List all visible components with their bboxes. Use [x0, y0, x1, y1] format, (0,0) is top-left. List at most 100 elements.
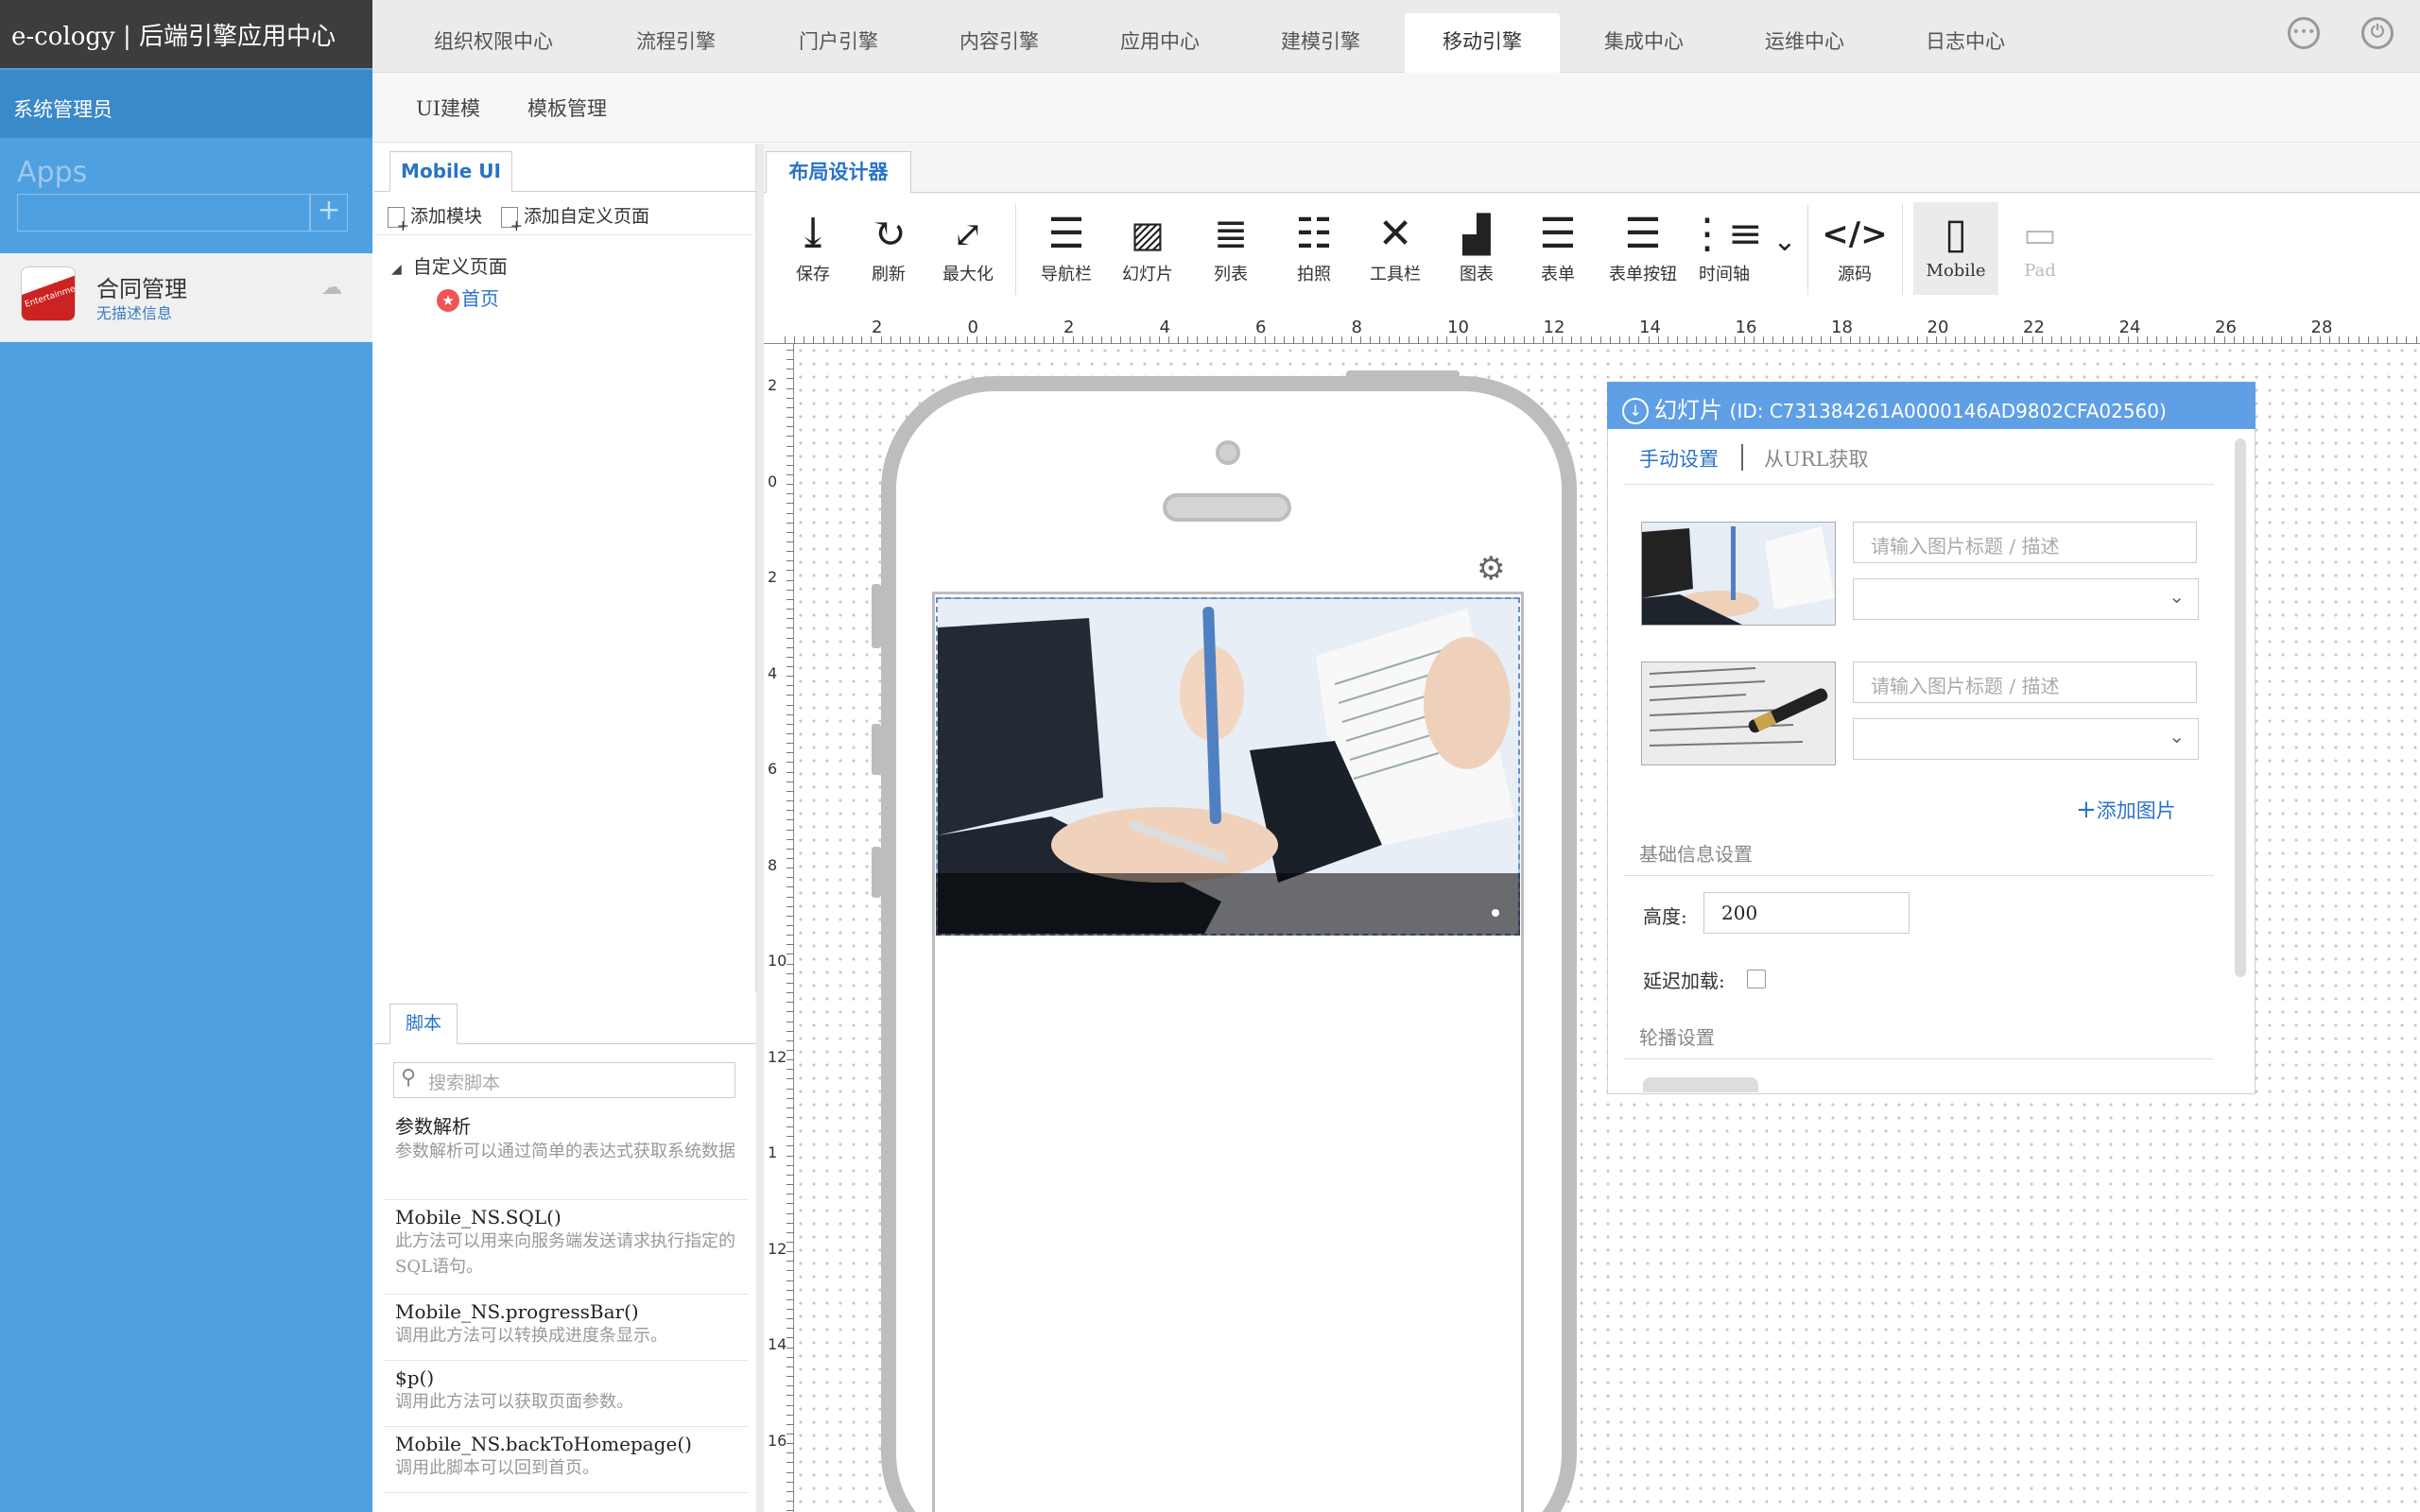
list-component-button[interactable]: ≣ 列表	[1193, 208, 1269, 285]
more-components-button[interactable]: ⌄	[1768, 215, 1802, 268]
ruler-tick	[786, 1088, 794, 1090]
subnav-template-manage[interactable]: 模板管理	[527, 94, 607, 122]
add-custom-page-link[interactable]: 添加自定义页面	[501, 202, 649, 234]
script-item[interactable]: Mobile_NS.backToHomepage() 调用此脚本可以回到首页。	[384, 1433, 749, 1493]
ruler-tick	[786, 1481, 794, 1483]
ruler-tick	[786, 695, 794, 696]
ruler-tick	[786, 1069, 794, 1071]
image-caption-input-1[interactable]: 请输入图片标题 / 描述	[1853, 522, 2197, 563]
ruler-tick	[2118, 336, 2119, 344]
ruler-tick	[947, 336, 949, 344]
image-link-select-2[interactable]: ⌄	[1853, 718, 2199, 760]
form-button-component-button[interactable]: ☰ 表单按钮	[1603, 208, 1683, 285]
ruler-tick	[786, 570, 794, 572]
slide-indicator-dot[interactable]	[1492, 909, 1499, 917]
ruler-left-number: 10	[768, 952, 787, 970]
maximize-button[interactable]: ⤢ 最大化	[930, 208, 1006, 285]
mobile-phone-icon: ▯	[1944, 210, 1968, 258]
add-page-icon	[388, 207, 409, 234]
tab-workflow-engine[interactable]: 流程引擎	[596, 13, 756, 73]
tab-manual-settings[interactable]: 手动设置	[1639, 444, 1719, 472]
mobile-view-button[interactable]: ▯ Mobile	[1913, 202, 1998, 295]
image-link-select-1[interactable]: ⌄	[1853, 578, 2199, 620]
ruler-tick	[1523, 336, 1525, 344]
script-search-input[interactable]: 搜索脚本	[393, 1062, 735, 1098]
ruler-top-number: 24	[2118, 318, 2141, 337]
add-image-label: 添加图片	[2096, 799, 2176, 822]
chevron-down-icon: ⌄	[2169, 725, 2185, 747]
ruler-tick	[786, 743, 794, 745]
ruler-tick	[786, 436, 794, 438]
image-caption-input-2[interactable]: 请输入图片标题 / 描述	[1853, 662, 2197, 703]
ruler-tick	[786, 378, 794, 380]
tab-log-center[interactable]: 日志中心	[1885, 13, 2046, 73]
slide-thumbnail-1[interactable]	[1641, 522, 1836, 626]
app-search-input[interactable]	[17, 194, 310, 232]
navbar-component-button[interactable]: ☰ 导航栏	[1028, 208, 1104, 285]
source-code-button[interactable]: </> 源码	[1817, 208, 1893, 285]
tab-integration-center[interactable]: 集成中心	[1564, 13, 1724, 73]
script-item[interactable]: 参数解析 参数解析可以通过简单的表达式获取系统数据	[384, 1111, 749, 1200]
add-image-button[interactable]: +添加图片	[2076, 796, 2176, 824]
photo-component-button[interactable]: ☷ 拍照	[1276, 208, 1352, 285]
collapse-icon[interactable]: ↓	[1622, 398, 1649, 424]
properties-scrollbar[interactable]	[2235, 438, 2246, 977]
carousel-toggle[interactable]	[1643, 1077, 1758, 1092]
ruler-tick	[2348, 336, 2350, 344]
panel-splitter[interactable]	[756, 144, 764, 1512]
ruler-tick	[786, 522, 794, 524]
slide-thumbnail-2[interactable]	[1641, 662, 1836, 765]
app-name: 合同管理	[96, 276, 187, 302]
form-component-button[interactable]: ☰ 表单	[1520, 208, 1596, 285]
lazy-load-checkbox[interactable]	[1747, 970, 1766, 988]
toolbar-component-button[interactable]: ✕ 工具栏	[1357, 208, 1433, 285]
script-item[interactable]: Mobile_NS.SQL() 此方法可以用来向服务端发送请求执行指定的SQL语句…	[384, 1206, 749, 1295]
ruler-tick	[1657, 336, 1659, 344]
tab-ops-center[interactable]: 运维中心	[1724, 13, 1885, 73]
photo-label: 拍照	[1297, 265, 1331, 284]
add-app-button[interactable]: +	[310, 194, 348, 232]
tab-content-engine[interactable]: 内容引擎	[919, 13, 1080, 73]
tree-node-home[interactable]: ★ 首页	[437, 284, 499, 312]
ruler-tick	[785, 336, 786, 344]
script-desc: 调用此方法可以转换成进度条显示。	[395, 1326, 667, 1346]
tab-app-center[interactable]: 应用中心	[1080, 13, 1240, 73]
tree-node-custom-pages[interactable]: ◢ 自定义页面	[391, 251, 508, 279]
cloud-icon[interactable]: ☁	[321, 276, 342, 300]
pad-view-button[interactable]: ▭ Pad	[2002, 208, 2078, 281]
script-item[interactable]: Mobile_NS.progressBar() 调用此方法可以转换成进度条显示。	[384, 1300, 749, 1361]
more-icon[interactable]: •••	[2288, 17, 2320, 49]
refresh-button[interactable]: ↻ 刷新	[851, 208, 926, 285]
tab-mobile-ui[interactable]: Mobile UI	[389, 151, 512, 192]
chart-component-button[interactable]: ▟ 图表	[1439, 208, 1514, 285]
lazy-load-label: 延迟加载:	[1643, 970, 1725, 992]
tab-scripts[interactable]: 脚本	[389, 1004, 458, 1044]
script-item[interactable]: $p() 调用此方法可以获取页面参数。	[384, 1366, 749, 1427]
tab-from-url[interactable]: 从URL获取	[1764, 444, 1868, 472]
gear-icon[interactable]: ⚙	[1477, 550, 1505, 588]
ruler-tick	[786, 609, 794, 610]
tab-layout-designer[interactable]: 布局设计器	[766, 151, 911, 194]
subnav-ui-modeling[interactable]: UI建模	[416, 94, 480, 122]
slideshow-component-button[interactable]: ▨ 幻灯片	[1110, 208, 1185, 285]
ruler-tick	[1437, 336, 1439, 344]
save-button[interactable]: ⤓ 保存	[775, 208, 851, 285]
phone-side-button	[872, 724, 881, 775]
tab-portal-engine[interactable]: 门户引擎	[758, 13, 919, 73]
ruler-tick	[786, 1097, 794, 1099]
ruler-tick	[852, 336, 854, 344]
tab-modeling-engine[interactable]: 建模引擎	[1240, 13, 1401, 73]
ruler-left-number: 8	[768, 855, 778, 874]
ruler-tick	[919, 336, 921, 344]
height-input[interactable]: 200	[1703, 892, 1910, 934]
ruler-tick	[786, 1203, 794, 1205]
tab-mobile-engine[interactable]: 移动引擎	[1405, 13, 1560, 73]
tab-org-permission[interactable]: 组织权限中心	[406, 13, 580, 73]
ruler-tick	[1821, 336, 1823, 344]
ruler-tick	[2214, 336, 2216, 344]
timeline-component-button[interactable]: ⋮≡ 时间轴	[1686, 208, 1763, 285]
ruler-tick	[786, 848, 794, 850]
power-icon[interactable]: ⏻	[2361, 17, 2394, 49]
ruler-tick	[1283, 336, 1285, 344]
add-module-link[interactable]: 添加模块	[388, 202, 482, 234]
